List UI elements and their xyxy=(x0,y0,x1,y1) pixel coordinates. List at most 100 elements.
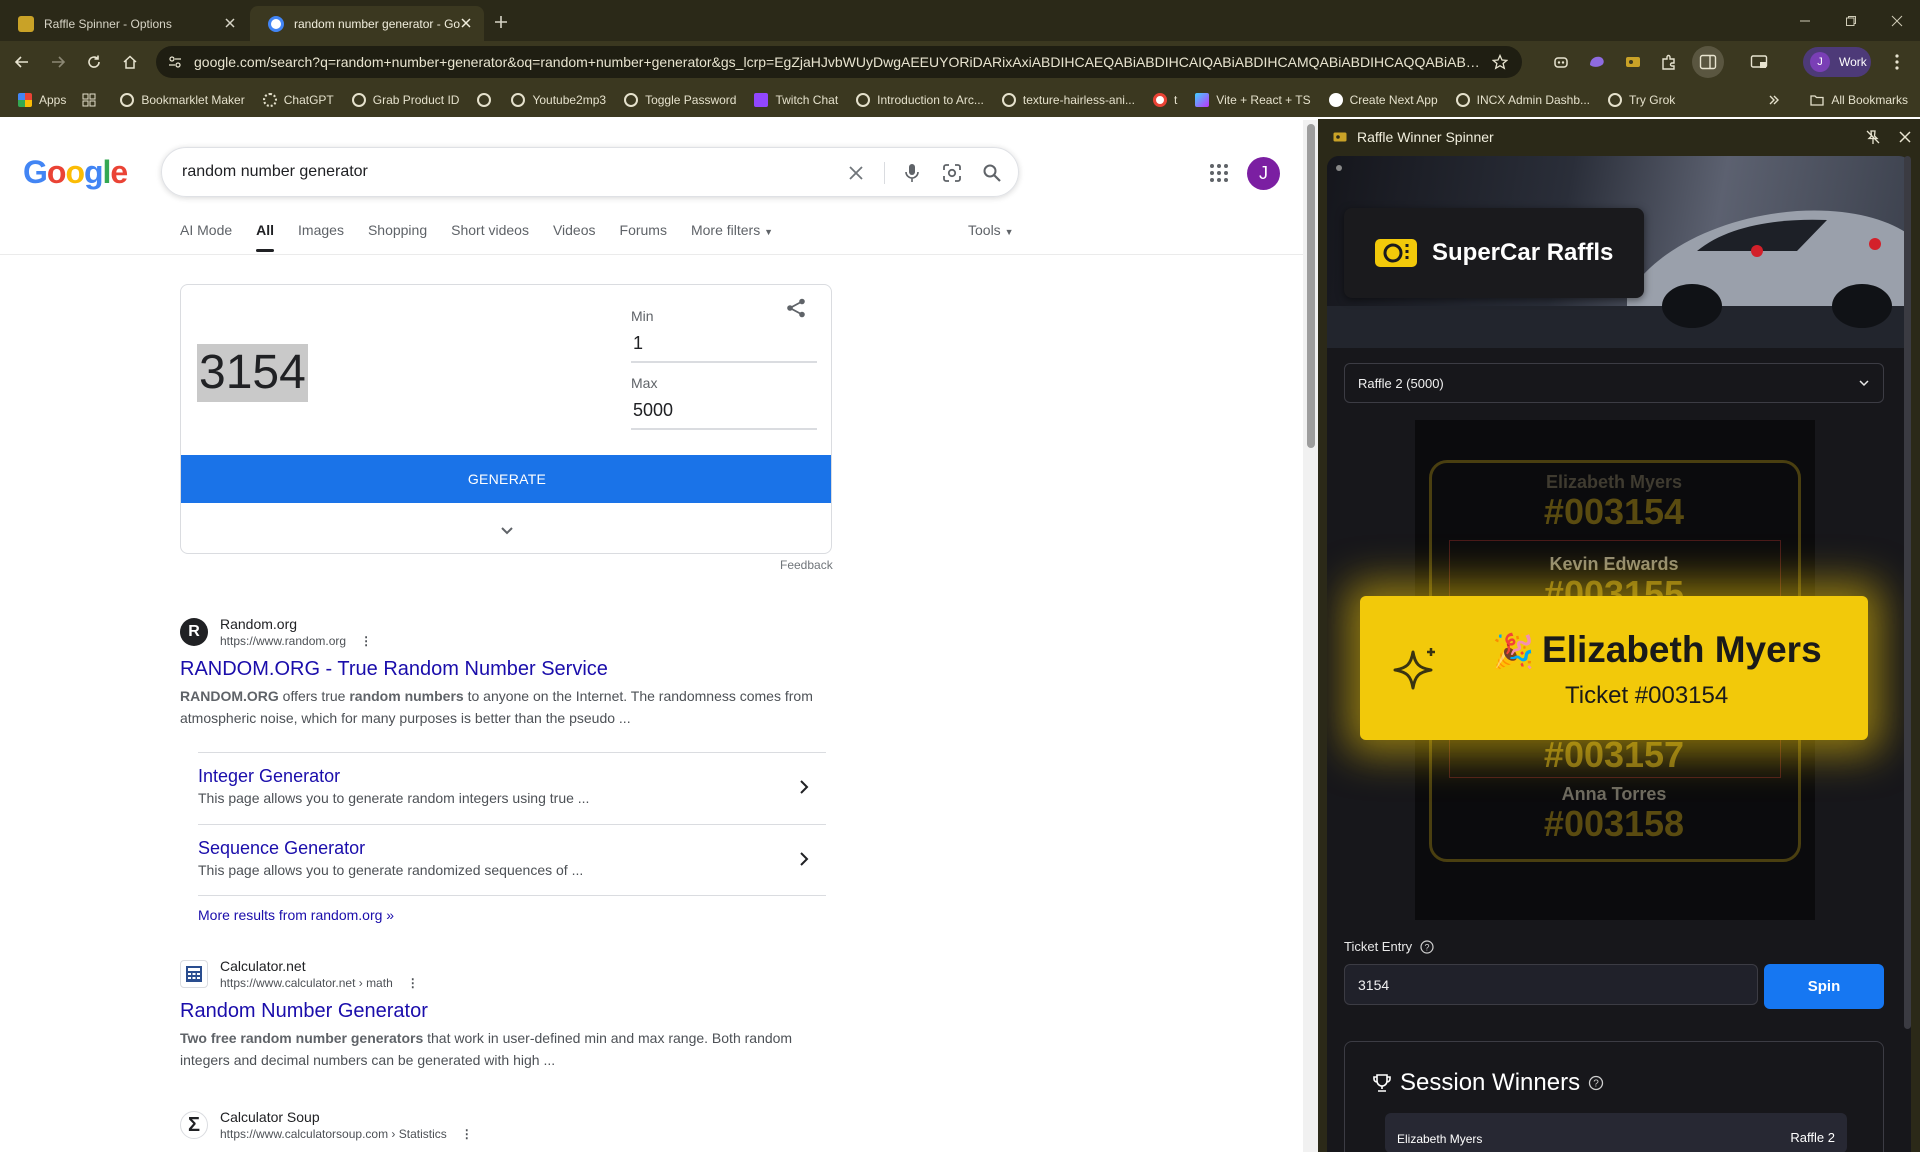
bookmark-globe[interactable] xyxy=(473,88,497,112)
sitelink-title[interactable]: Integer Generator xyxy=(198,766,826,787)
site-info-icon[interactable] xyxy=(168,55,182,69)
new-tab-plus-icon[interactable] xyxy=(490,11,512,33)
result-snippet: Two free random number generators that w… xyxy=(180,1030,793,1068)
forward-arrow-icon[interactable] xyxy=(46,50,70,74)
search-box[interactable] xyxy=(161,147,1019,197)
sitelink-integer-generator[interactable]: Integer Generator This page allows you t… xyxy=(198,752,826,824)
account-avatar[interactable]: J xyxy=(1247,157,1280,190)
tab-forums[interactable]: Forums xyxy=(620,222,667,252)
session-winner-row[interactable]: Elizabeth Myers Raffle 2 xyxy=(1385,1113,1847,1152)
search-input[interactable] xyxy=(182,163,782,181)
twitch-icon xyxy=(754,93,769,107)
result-title-link[interactable]: RANDOM.ORG - True Random Number Service xyxy=(180,658,832,681)
max-label: Max xyxy=(631,375,658,391)
close-panel-icon[interactable] xyxy=(1897,129,1913,145)
chevron-down-icon[interactable] xyxy=(495,519,519,543)
cast-screen-icon[interactable] xyxy=(1748,51,1770,73)
google-lens-icon[interactable] xyxy=(940,161,964,185)
more-results-link[interactable]: More results from random.org » xyxy=(198,907,394,923)
globe-icon xyxy=(351,93,366,107)
bookmark-toggle-password[interactable]: Toggle Password xyxy=(620,88,740,112)
result-url: https://www.calculatorsoup.com › Statist… xyxy=(220,1127,473,1141)
back-arrow-icon[interactable] xyxy=(10,50,34,74)
ticket-entry-input[interactable]: 3154 xyxy=(1344,964,1758,1005)
clear-search-icon[interactable] xyxy=(844,161,868,185)
generate-button[interactable]: GENERATE xyxy=(181,455,831,503)
bookmark-chatgpt[interactable]: ChatGPT xyxy=(259,88,338,112)
bookmark-grab-product-id[interactable]: Grab Product ID xyxy=(348,88,464,112)
sitelink-sequence-generator[interactable]: Sequence Generator This page allows you … xyxy=(198,824,826,896)
google-logo[interactable]: Google xyxy=(23,154,128,191)
chevron-double-right-icon[interactable] xyxy=(1768,94,1780,106)
ticket-logo-icon xyxy=(1374,238,1418,268)
bookmark-star-icon[interactable] xyxy=(1492,54,1508,70)
sitelink-title[interactable]: Sequence Generator xyxy=(198,838,826,859)
side-panel-toggle-icon[interactable] xyxy=(1692,46,1724,78)
feedback-link[interactable]: Feedback xyxy=(780,558,833,572)
min-label: Min xyxy=(631,308,654,324)
google-apps-grid-icon[interactable] xyxy=(1207,161,1231,185)
restore-icon[interactable] xyxy=(1828,0,1874,41)
tab-title: Raffle Spinner - Options xyxy=(44,16,172,31)
tab-shopping[interactable]: Shopping xyxy=(368,222,427,252)
bookmark-bookmarklet-maker[interactable]: Bookmarklet Maker xyxy=(116,88,248,112)
more-options-icon[interactable]: ⋮ xyxy=(461,1127,473,1141)
menu-kebab-icon[interactable] xyxy=(1886,51,1908,73)
minimize-icon[interactable] xyxy=(1782,0,1828,41)
bookmark-introduction-to-arc[interactable]: Introduction to Arc... xyxy=(852,88,988,112)
result-title-link[interactable]: Random Number Generator xyxy=(180,1000,832,1023)
winner-ticket: Ticket #003154 xyxy=(1565,682,1729,709)
panel-scrollbar[interactable] xyxy=(1904,156,1911,1029)
tab-google-search[interactable]: random number generator - Go xyxy=(250,6,484,41)
all-bookmarks[interactable]: All Bookmarks xyxy=(1768,88,1908,112)
tab-all[interactable]: All xyxy=(256,222,274,252)
close-tab-icon[interactable] xyxy=(458,15,474,31)
result-url: https://www.random.org ⋮ xyxy=(220,634,373,648)
min-input[interactable]: 1 xyxy=(633,333,643,354)
more-options-icon[interactable]: ⋮ xyxy=(407,976,419,990)
address-bar[interactable]: google.com/search?q=random+number+genera… xyxy=(156,46,1522,78)
raffle-select[interactable]: Raffle 2 (5000) xyxy=(1344,363,1884,403)
bookmark-apps[interactable]: Apps xyxy=(14,88,70,112)
microphone-icon[interactable] xyxy=(900,161,924,185)
tools-button[interactable]: Tools ▼ xyxy=(968,222,1014,238)
tab-ai-mode[interactable]: AI Mode xyxy=(180,222,232,252)
extension-raffle-icon[interactable] xyxy=(1622,51,1644,73)
tab-videos[interactable]: Videos xyxy=(553,222,596,252)
reel-entry: #003157 xyxy=(1543,734,1685,775)
help-circle-icon[interactable]: ? xyxy=(1588,1075,1604,1091)
close-tab-icon[interactable] xyxy=(222,15,238,31)
extension-purple-icon[interactable] xyxy=(1586,51,1608,73)
unpin-icon[interactable] xyxy=(1865,129,1881,145)
svg-text:?: ? xyxy=(1593,1079,1599,1090)
bookmark-create-next-app[interactable]: Create Next App xyxy=(1325,88,1442,112)
bookmark-incx-admin[interactable]: INCX Admin Dashb... xyxy=(1452,88,1594,112)
tab-short-videos[interactable]: Short videos xyxy=(451,222,529,252)
result-url: https://www.calculator.net › math ⋮ xyxy=(220,976,419,990)
bookmark-t[interactable]: t xyxy=(1149,88,1181,112)
max-input[interactable]: 5000 xyxy=(633,400,673,421)
help-circle-icon[interactable]: ? xyxy=(1420,939,1434,954)
tab-images[interactable]: Images xyxy=(298,222,344,252)
search-icon[interactable] xyxy=(980,161,1004,185)
extension-robot-icon[interactable] xyxy=(1550,51,1572,73)
result-site-name: Calculator Soup xyxy=(220,1109,320,1125)
tab-more-filters[interactable]: More filters ▼ xyxy=(691,222,773,252)
reload-icon[interactable] xyxy=(82,50,106,74)
bookmark-texture-hairless[interactable]: texture-hairless-ani... xyxy=(998,88,1139,112)
bookmark-vite-react-ts[interactable]: Vite + React + TS xyxy=(1191,88,1314,112)
tab-raffle-spinner-options[interactable]: Raffle Spinner - Options xyxy=(0,6,248,41)
extensions-puzzle-icon[interactable] xyxy=(1658,51,1680,73)
tab-groups-icon[interactable] xyxy=(78,88,100,112)
bookmark-try-grok[interactable]: Try Grok xyxy=(1604,88,1679,112)
share-icon[interactable] xyxy=(785,297,809,321)
profile-chip[interactable]: J Work xyxy=(1803,47,1871,77)
close-window-icon[interactable] xyxy=(1874,0,1920,41)
spin-button[interactable]: Spin xyxy=(1764,964,1884,1009)
home-icon[interactable] xyxy=(118,50,142,74)
grok-icon xyxy=(1608,93,1623,107)
bookmark-youtube2mp3[interactable]: Youtube2mp3 xyxy=(507,88,610,112)
bookmark-twitch-chat[interactable]: Twitch Chat xyxy=(750,88,842,112)
page-scrollbar-thumb[interactable] xyxy=(1307,124,1315,448)
more-options-icon[interactable]: ⋮ xyxy=(360,634,372,648)
